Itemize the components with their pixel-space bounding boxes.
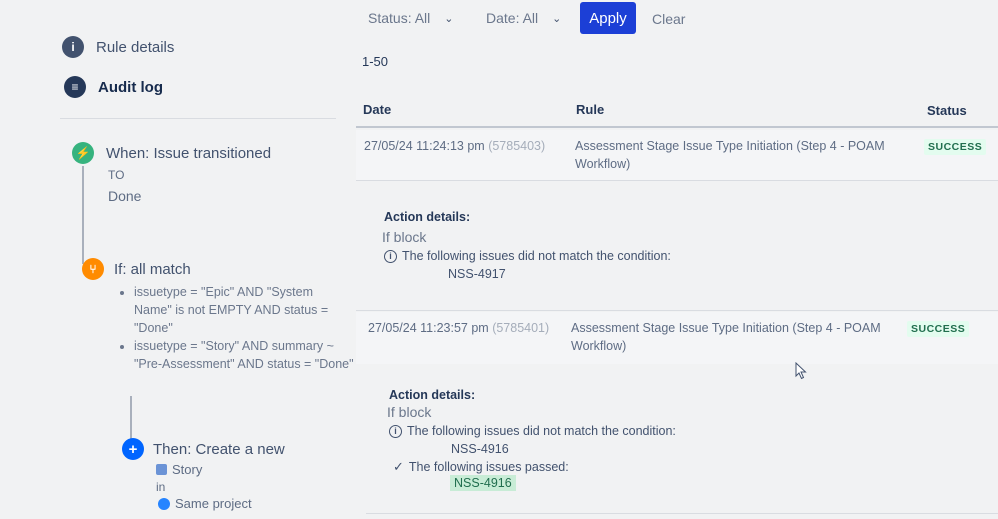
pagination-range: 1-50 [362,54,389,69]
row-rule-line: Workflow) [575,157,631,171]
not-matched-line: i The following issues did not match the… [384,249,671,263]
nav-audit-log[interactable]: ≡ Audit log [64,76,163,98]
column-header-rule: Rule [576,102,605,117]
trigger-to-value: Done [108,188,142,204]
issue-key[interactable]: NSS-4917 [448,267,506,281]
lightning-icon: ⚡ [72,142,94,164]
condition-item: issuetype = "Epic" AND "System Name" is … [134,283,354,337]
action-details-title: Action details: [384,210,471,224]
nav-rule-details[interactable]: i Rule details [62,36,174,58]
header-divider [356,126,998,128]
date-filter-label: Date: All [486,10,539,26]
row-date: 27/05/24 11:23:57 pm (5785401) [368,319,549,337]
row-id: (5785403) [488,139,546,153]
project-icon [158,497,170,510]
clear-button[interactable]: Clear [652,11,685,27]
chevron-down-icon: ⌄ [444,12,454,25]
action-title: Then: Create a new [153,440,285,458]
row-rule-line: Assessment Stage Issue Type Initiation (… [575,139,885,153]
date-filter[interactable]: Date: All ⌄ [486,10,561,26]
row-date-text: 27/05/24 11:23:57 pm [368,321,489,335]
condition-title: If: all match [114,260,191,278]
issue-key-passed[interactable]: NSS-4916 [450,475,516,491]
row-rule-line: Assessment Stage Issue Type Initiation (… [571,321,881,335]
trigger-component[interactable]: ⚡ When: Issue transitioned [72,142,271,164]
mouse-cursor-icon [795,362,807,380]
row-date-text: 27/05/24 11:24:13 pm [364,139,485,153]
plus-icon: + [122,438,144,460]
chevron-down-icon: ⌄ [552,12,562,25]
passed-line: ✓ The following issues passed: [393,459,569,475]
action-issue-type-label: Story [172,462,203,477]
row-rule[interactable]: Assessment Stage Issue Type Initiation (… [571,319,901,355]
rule-connector [82,166,84,264]
action-issue-type: Story [156,462,202,477]
row-rule[interactable]: Assessment Stage Issue Type Initiation (… [575,137,905,173]
row-rule-line: Workflow) [571,339,627,353]
passed-text: The following issues passed: [408,460,569,474]
action-project-label: Same project [175,496,252,511]
action-details-title: Action details: [389,388,476,402]
action-in-label: in [156,480,166,494]
status-filter-label: Status: All [368,10,431,26]
action-project: Same project [158,496,252,511]
not-matched-text: The following issues did not match the c… [402,249,671,263]
nav-rule-details-label: Rule details [96,38,175,56]
action-component[interactable]: + Then: Create a new [122,438,285,460]
row-divider [356,180,998,181]
row-id: (5785401) [492,321,550,335]
branch-icon: ⑂ [82,258,104,280]
apply-button[interactable]: Apply [580,2,636,34]
not-matched-line: i The following issues did not match the… [389,424,676,438]
column-header-date: Date [363,102,392,117]
story-icon [156,464,167,475]
nav-audit-log-label: Audit log [98,78,163,96]
trigger-title: When: Issue transitioned [106,144,272,162]
action-details-block: If block [387,404,432,420]
nav-divider [60,118,336,119]
action-details-block: If block [382,229,427,245]
row-divider [356,310,998,311]
check-icon: ✓ [393,459,404,474]
issue-key[interactable]: NSS-4916 [451,442,509,456]
trigger-to-label: TO [108,168,125,182]
condition-component[interactable]: ⑂ If: all match [82,258,191,280]
condition-item: issuetype = "Story" AND summary ~ "Pre-A… [134,337,354,373]
info-icon: i [384,249,397,263]
not-matched-text: The following issues did not match the c… [407,424,676,438]
status-badge: SUCCESS [907,321,970,337]
condition-list: issuetype = "Epic" AND "System Name" is … [116,283,354,373]
info-icon: i [62,36,84,58]
status-filter[interactable]: Status: All ⌄ [368,10,453,26]
info-icon: i [389,424,402,438]
status-badge: SUCCESS [924,139,987,155]
list-icon: ≡ [64,76,86,98]
column-header-status: Status [927,103,967,118]
row-divider [366,513,998,514]
row-date: 27/05/24 11:24:13 pm (5785403) [364,137,545,155]
